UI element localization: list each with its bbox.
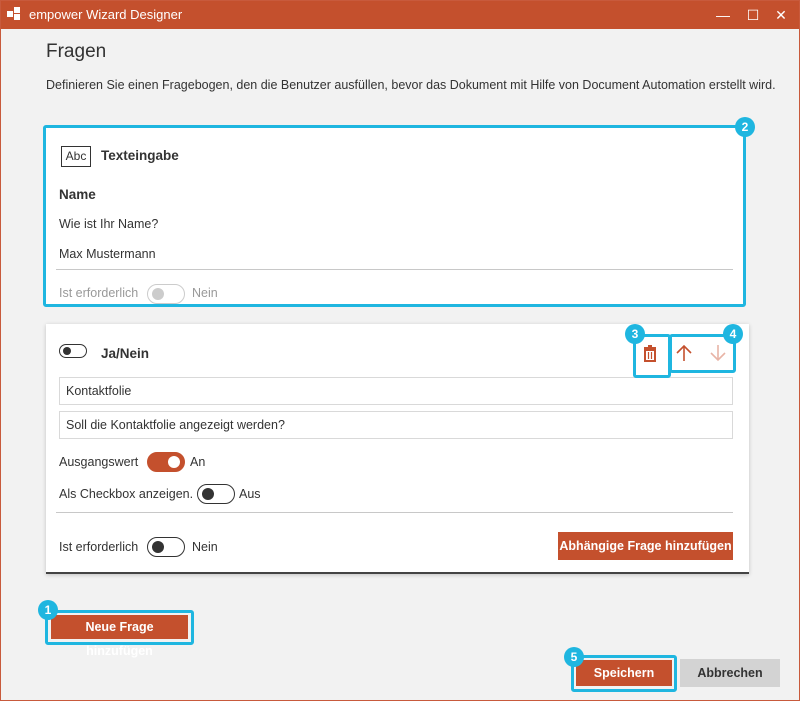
page-title: Fragen (46, 41, 107, 62)
highlight-frame-1 (45, 610, 194, 645)
question-type-label: Ja/Nein (101, 346, 150, 361)
maximize-button[interactable]: ☐ (741, 3, 765, 27)
window-title: empower Wizard Designer (29, 7, 183, 22)
required-label: Ist erforderlich (59, 540, 139, 554)
callout-badge-1: 1 (38, 600, 58, 620)
default-value-state: An (190, 455, 206, 469)
question-text-input[interactable]: Soll die Kontaktfolie angezeigt werden? (59, 411, 733, 439)
question-name-input[interactable]: Kontaktfolie (59, 377, 733, 405)
required-state: Nein (192, 540, 218, 554)
cancel-button[interactable]: Abbrechen (680, 659, 780, 687)
app-logo-icon (7, 7, 21, 21)
checkbox-display-toggle[interactable] (197, 484, 235, 504)
toggle-icon (59, 344, 87, 358)
title-bar: empower Wizard Designer — ☐ ✕ (1, 1, 799, 29)
default-value-label: Ausgangswert (59, 455, 139, 469)
add-dependent-question-button[interactable]: Abhängige Frage hinzufügen (558, 532, 733, 560)
callout-badge-4: 4 (723, 324, 743, 344)
page-description: Definieren Sie einen Fragebogen, den die… (46, 78, 776, 92)
callout-badge-2: 2 (735, 117, 755, 137)
callout-badge-5: 5 (564, 647, 584, 667)
required-toggle[interactable] (147, 537, 185, 557)
highlight-frame-5 (571, 655, 677, 692)
divider (56, 512, 733, 513)
checkbox-display-state: Aus (239, 487, 261, 501)
highlight-frame-2 (43, 125, 746, 307)
close-button[interactable]: ✕ (769, 3, 793, 27)
callout-badge-3: 3 (625, 324, 645, 344)
wizard-window: empower Wizard Designer — ☐ ✕ Fragen Def… (0, 0, 800, 701)
checkbox-display-label: Als Checkbox anzeigen. (59, 487, 194, 501)
minimize-button[interactable]: — (711, 3, 735, 27)
default-value-toggle[interactable] (147, 452, 185, 472)
